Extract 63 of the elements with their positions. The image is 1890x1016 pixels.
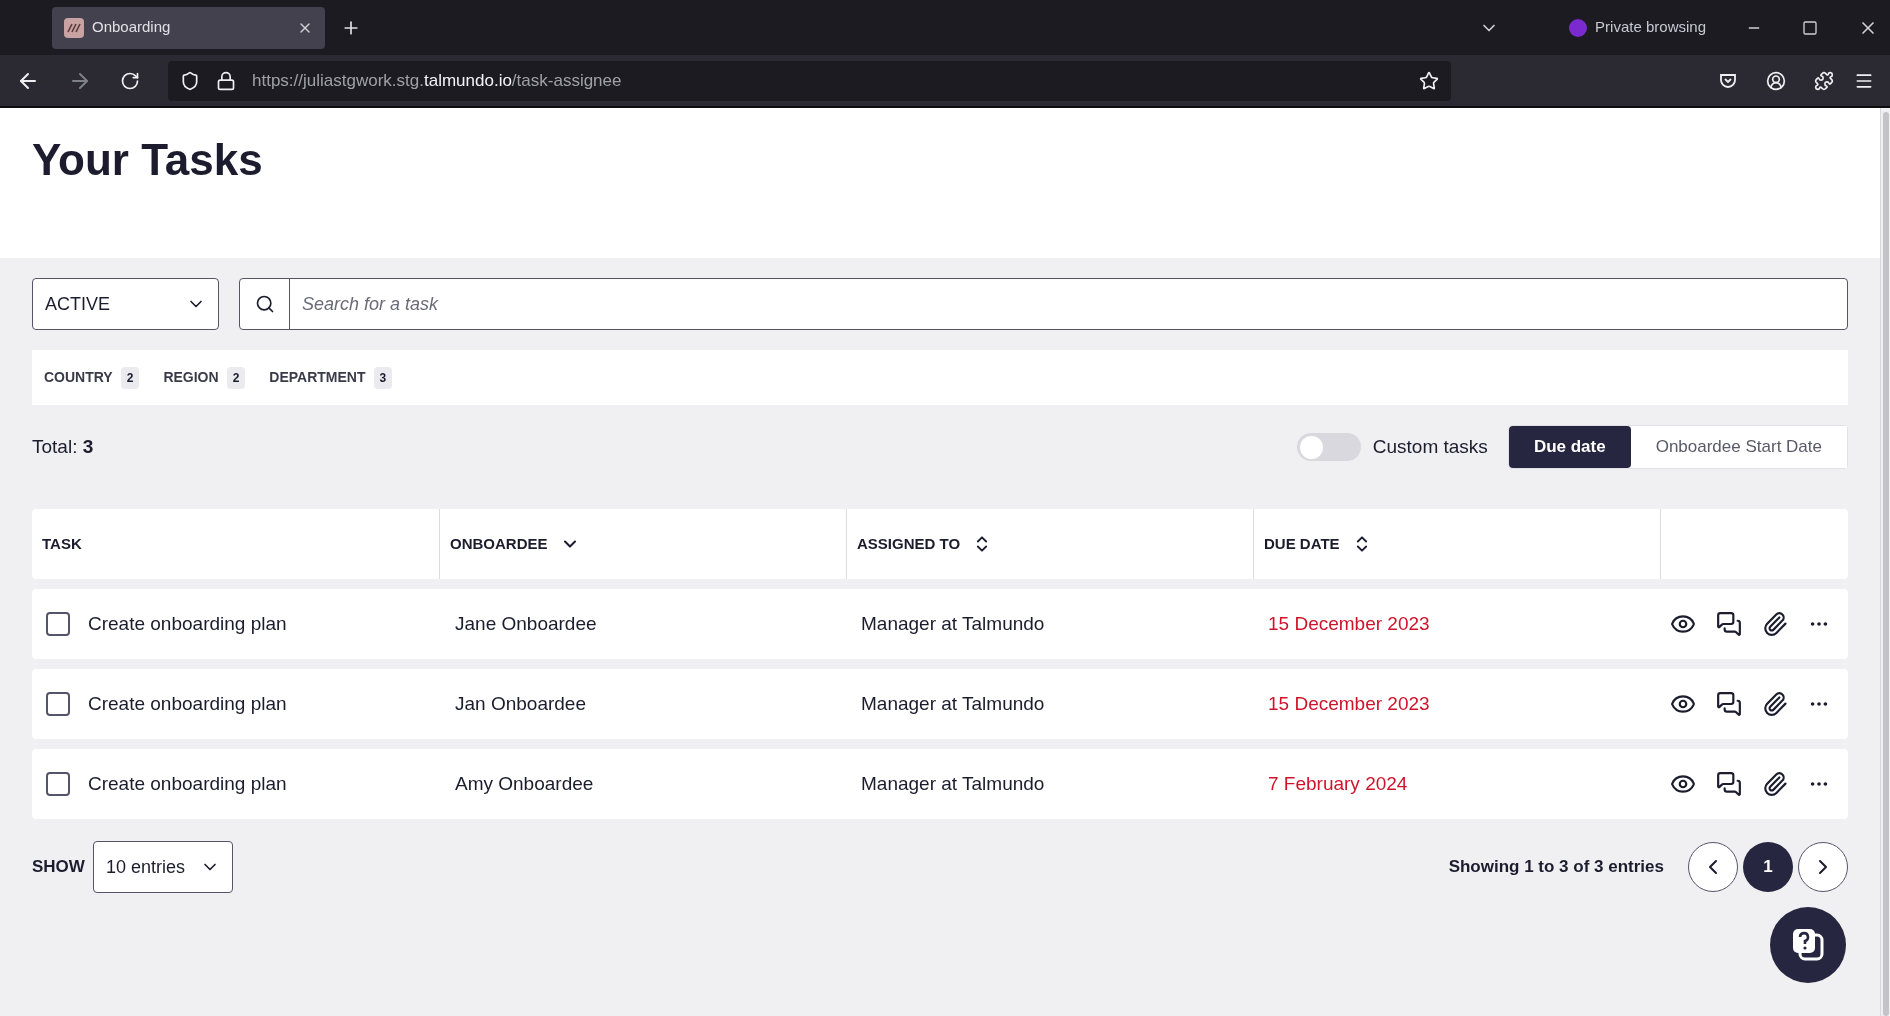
address-bar[interactable]: https://juliastgwork.stg.talmundo.io/task-assignee: [168, 60, 1451, 101]
task-name: Create onboarding plan: [88, 611, 287, 636]
onboardee-name: Jane Onboardee: [454, 611, 598, 636]
next-page-button[interactable]: [1798, 842, 1848, 892]
maximize-icon[interactable]: [1802, 19, 1818, 36]
assignee-name: Manager at Talmundo: [860, 691, 1046, 716]
row-checkbox[interactable]: [46, 772, 70, 796]
attachment-icon[interactable]: [1762, 691, 1788, 717]
previous-page-button[interactable]: [1688, 842, 1738, 892]
entries-dropdown[interactable]: 10 entries: [92, 841, 233, 893]
sort-tab[interactable]: Due date: [1508, 426, 1631, 468]
filter-chip[interactable]: REGION 2: [163, 366, 246, 389]
filter-count: 2: [120, 366, 140, 389]
task-row[interactable]: Create onboarding plan Amy Onboardee Manager at Talmundo 7 February 2024: [32, 749, 1848, 819]
tab-title: Onboarding: [92, 17, 172, 38]
column-header: TASK: [42, 533, 82, 554]
onboardee-name: Jan Onboardee: [454, 691, 587, 716]
custom-tasks-toggle[interactable]: [1296, 433, 1361, 461]
due-date: 15 December 2023: [1267, 611, 1431, 636]
column-header: ASSIGNED TO: [857, 533, 961, 554]
custom-tasks-label: Custom tasks: [1372, 434, 1488, 459]
search-icon: [254, 294, 275, 314]
assignee-name: Manager at Talmundo: [860, 771, 1046, 796]
attachment-icon[interactable]: [1762, 771, 1788, 797]
scrollbar[interactable]: [1880, 108, 1890, 1016]
url-text: https://juliastgwork.stg.talmundo.io/task-assignee: [252, 69, 623, 92]
onboardee-name: Amy Onboardee: [454, 771, 595, 796]
assignee-name: Manager at Talmundo: [860, 611, 1046, 636]
shield-icon: [180, 70, 200, 91]
filter-count: 3: [373, 366, 393, 389]
site-logo-icon: [64, 17, 84, 38]
reload-icon[interactable]: [120, 70, 140, 91]
status-dropdown[interactable]: ACTIVE: [32, 278, 219, 330]
due-date: 15 December 2023: [1267, 691, 1431, 716]
total-count: Total: 3: [32, 434, 94, 459]
private-browsing-label: Private browsing: [1595, 17, 1706, 38]
task-row[interactable]: Create onboarding plan Jane Onboardee Manager at Talmundo 15 December 2023: [32, 589, 1848, 659]
row-checkbox[interactable]: [46, 692, 70, 716]
due-date: 7 February 2024: [1267, 771, 1409, 796]
row-checkbox[interactable]: [46, 612, 70, 636]
entries-summary: Showing 1 to 3 of 3 entries: [1448, 856, 1664, 879]
column-header: DUE DATE: [1264, 533, 1340, 554]
comments-icon[interactable]: [1716, 691, 1742, 717]
filter-chip[interactable]: DEPARTMENT 3: [269, 366, 393, 389]
page-button[interactable]: 1: [1743, 842, 1793, 892]
comments-icon[interactable]: [1716, 611, 1742, 637]
bookmark-star-icon[interactable]: [1419, 70, 1439, 91]
account-icon[interactable]: [1766, 70, 1786, 91]
extensions-icon[interactable]: [1814, 70, 1834, 91]
column-header: ONBOARDEE: [450, 533, 548, 554]
task-name: Create onboarding plan: [88, 691, 287, 716]
comments-icon[interactable]: [1716, 771, 1742, 797]
page-title: Your Tasks: [32, 138, 264, 182]
task-name: Create onboarding plan: [88, 771, 287, 796]
search-field[interactable]: Search for a task: [290, 290, 1847, 318]
attachment-icon[interactable]: [1762, 611, 1788, 637]
task-row[interactable]: Create onboarding plan Jan Onboardee Manager at Talmundo 15 December 2023: [32, 669, 1848, 739]
show-label: SHOW: [32, 856, 85, 879]
lock-icon: [216, 70, 236, 91]
browser-tab[interactable]: Onboarding: [52, 6, 325, 49]
search-bar[interactable]: Search for a task: [239, 278, 1848, 330]
filter-chip[interactable]: COUNTRY 2: [44, 366, 140, 389]
filter-count: 2: [226, 366, 246, 389]
